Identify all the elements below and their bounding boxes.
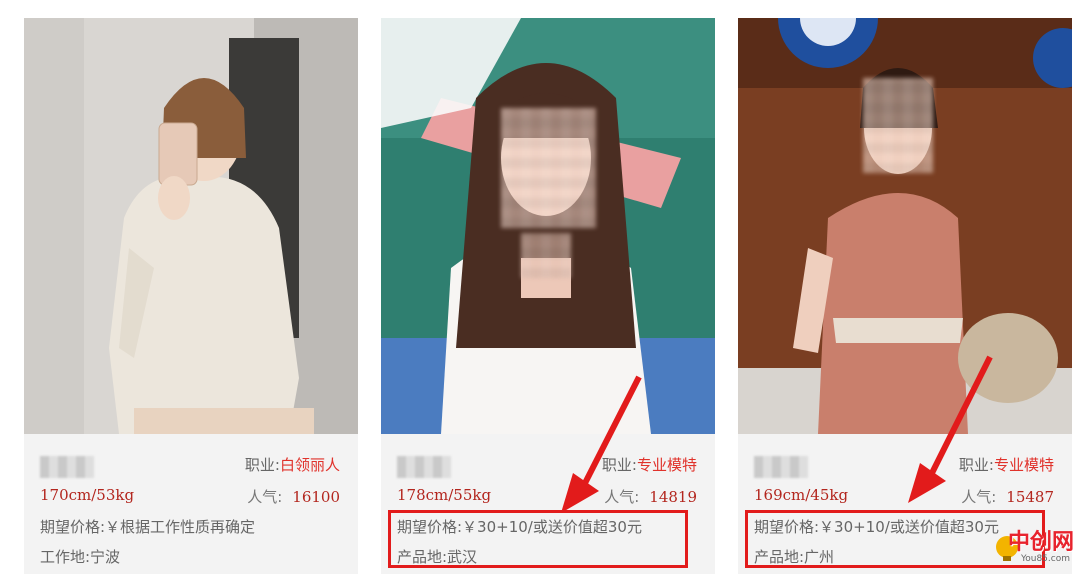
watermark-title: 中创网: [1007, 530, 1074, 555]
model-card-2[interactable]: 职业:专业模特 178cm/55kg 人气: 14819 期望价格:￥30+10/…: [381, 18, 715, 574]
popularity-value: 14819: [649, 488, 697, 506]
model-photo[interactable]: [24, 18, 358, 434]
popularity: 人气: 16100: [247, 486, 340, 507]
name-blurred: [397, 456, 451, 478]
red-arrow-icon: [561, 375, 642, 513]
popularity-value: 15487: [1006, 488, 1054, 506]
blur-mosaic: [501, 108, 596, 228]
watermark-logo: 中创网 You85.com: [992, 518, 1080, 574]
job-value[interactable]: 白领丽人: [280, 456, 340, 474]
name-blurred: [40, 456, 94, 478]
job: 职业:白领丽人: [245, 454, 340, 475]
name-blurred: [754, 456, 808, 478]
height-weight: 169cm/45kg: [754, 486, 849, 504]
work-place: 工作地:宁波: [40, 548, 121, 566]
model-card-1[interactable]: 职业:白领丽人 170cm/53kg 人气: 16100 期望价格:￥根据工作性质…: [24, 18, 358, 574]
model-card-3[interactable]: 职业:专业模特 169cm/45kg 人气: 15487 期望价格:￥30+10/…: [738, 18, 1072, 574]
job-value[interactable]: 专业模特: [994, 456, 1054, 474]
blur-mosaic: [521, 233, 571, 278]
red-arrow-icon: [908, 355, 993, 503]
popularity-label: 人气:: [247, 488, 283, 506]
height-weight: 178cm/55kg: [397, 486, 492, 504]
popularity-value: 16100: [292, 488, 340, 506]
model-info: 职业:白领丽人 170cm/53kg 人气: 16100 期望价格:￥根据工作性质…: [24, 434, 358, 574]
model-photo[interactable]: [381, 18, 715, 434]
blur-mosaic: [863, 78, 933, 173]
watermark-subtitle: You85.com: [1020, 554, 1070, 564]
height-weight: 170cm/53kg: [40, 486, 135, 504]
job-label: 职业:: [244, 456, 280, 474]
model-info: 职业:专业模特 178cm/55kg 人气: 14819 期望价格:￥30+10/…: [381, 434, 715, 574]
expected-price: 期望价格:￥根据工作性质再确定: [40, 518, 256, 536]
